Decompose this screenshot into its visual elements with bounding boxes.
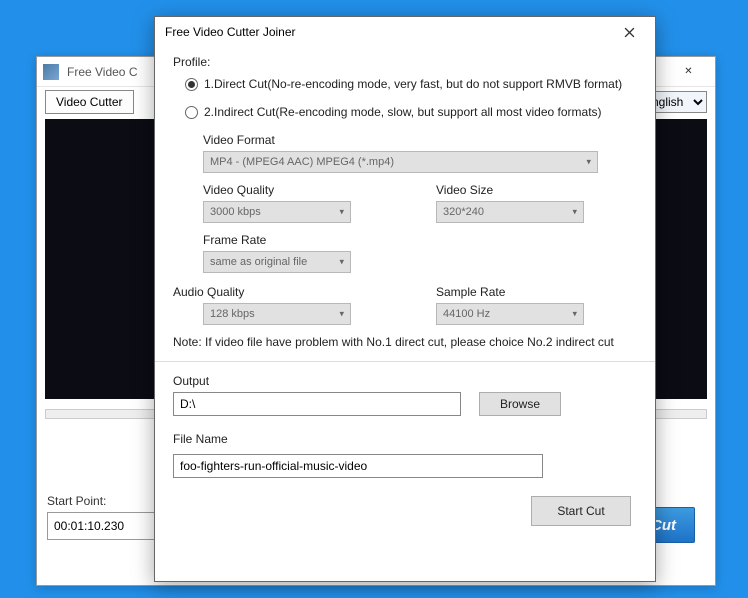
frame-rate-select[interactable]: same as original file ▾ (203, 251, 351, 273)
start-cut-button[interactable]: Start Cut (531, 496, 631, 526)
browse-button-label: Browse (500, 397, 540, 411)
video-quality-value: 3000 kbps (210, 206, 261, 218)
close-icon (624, 27, 635, 38)
chevron-down-icon: ▾ (572, 207, 577, 218)
file-name-label: File Name (173, 432, 637, 446)
output-path-input[interactable] (173, 392, 461, 416)
dialog-titlebar: Free Video Cutter Joiner (155, 17, 655, 47)
video-size-label: Video Size (436, 183, 584, 197)
radio-icon (185, 106, 198, 119)
sample-rate-value: 44100 Hz (443, 308, 490, 320)
video-quality-select[interactable]: 3000 kbps ▾ (203, 201, 351, 223)
radio-indirect-cut-label: 2.Indirect Cut(Re-encoding mode, slow, b… (204, 105, 602, 119)
start-cut-label: Start Cut (557, 504, 604, 518)
radio-direct-cut-label: 1.Direct Cut(No-re-encoding mode, very f… (204, 77, 622, 91)
sample-rate-label: Sample Rate (436, 285, 584, 299)
dialog-title: Free Video Cutter Joiner (165, 25, 296, 39)
audio-quality-label: Audio Quality (173, 285, 351, 299)
radio-icon (185, 78, 198, 91)
dialog-close-button[interactable] (611, 19, 647, 45)
frame-rate-label: Frame Rate (203, 233, 627, 247)
video-quality-label: Video Quality (203, 183, 351, 197)
separator (155, 361, 655, 362)
chevron-down-icon: ▾ (339, 309, 344, 320)
tab-video-cutter[interactable]: Video Cutter (45, 90, 134, 114)
profile-label: Profile: (173, 55, 637, 69)
frame-rate-value: same as original file (210, 256, 307, 268)
sample-rate-select[interactable]: 44100 Hz ▾ (436, 303, 584, 325)
browse-button[interactable]: Browse (479, 392, 561, 416)
close-button[interactable]: ✕ (666, 58, 711, 86)
video-size-value: 320*240 (443, 206, 484, 218)
radio-indirect-cut[interactable]: 2.Indirect Cut(Re-encoding mode, slow, b… (185, 105, 637, 119)
profile-dialog: Free Video Cutter Joiner Profile: 1.Dire… (154, 16, 656, 582)
video-format-select[interactable]: MP4 - (MPEG4 AAC) MPEG4 (*.mp4) ▾ (203, 151, 598, 173)
video-format-label: Video Format (203, 133, 627, 147)
chevron-down-icon: ▾ (586, 157, 591, 168)
chevron-down-icon: ▾ (572, 309, 577, 320)
chevron-down-icon: ▾ (339, 207, 344, 218)
radio-direct-cut[interactable]: 1.Direct Cut(No-re-encoding mode, very f… (185, 77, 637, 91)
app-icon (43, 64, 59, 80)
chevron-down-icon: ▾ (339, 257, 344, 268)
file-name-input[interactable] (173, 454, 543, 478)
output-label: Output (173, 374, 637, 388)
audio-quality-select[interactable]: 128 kbps ▾ (203, 303, 351, 325)
video-format-value: MP4 - (MPEG4 AAC) MPEG4 (*.mp4) (210, 156, 394, 168)
note-text: Note: If video file have problem with No… (173, 335, 637, 349)
audio-quality-value: 128 kbps (210, 308, 255, 320)
video-size-select[interactable]: 320*240 ▾ (436, 201, 584, 223)
